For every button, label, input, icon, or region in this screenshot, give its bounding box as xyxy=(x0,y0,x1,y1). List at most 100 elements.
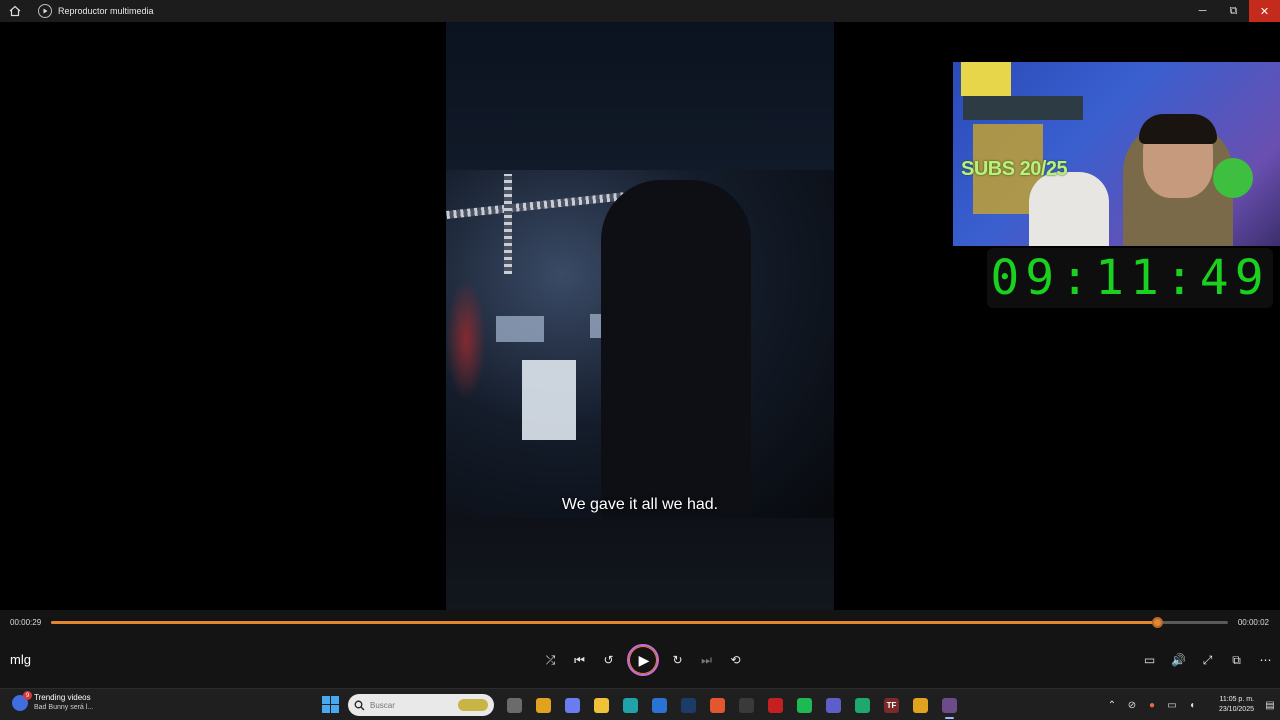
audio-app-icon xyxy=(739,697,754,713)
next-button: ⏭ xyxy=(692,646,721,674)
spotify-icon xyxy=(797,697,812,713)
stream-timer: 09:11:49 xyxy=(987,248,1273,308)
forward-30-button[interactable]: ↻ xyxy=(663,646,692,674)
play-icon: ▶ xyxy=(638,651,650,668)
notifications-icon[interactable]: ▤ xyxy=(1260,693,1280,717)
screen: Reproductor multimedia ─ ⧉ ✕ We gave it … xyxy=(0,0,1280,720)
elapsed-time: 00:00:29 xyxy=(10,618,42,627)
clock-time: 11:05 p. m. xyxy=(1219,696,1254,703)
more-options-button[interactable]: ⋯ xyxy=(1251,646,1280,674)
volume-button[interactable]: 🔊 xyxy=(1164,646,1193,674)
file-explorer-app[interactable] xyxy=(587,694,616,716)
repeat-off-icon: ⟲ xyxy=(730,653,741,667)
red-stage-light xyxy=(446,280,486,400)
more-options-icon: ⋯ xyxy=(1259,653,1272,667)
network-icon[interactable]: ▭ xyxy=(1162,693,1182,717)
media-title: mlg xyxy=(10,652,31,667)
windows-logo-icon xyxy=(322,696,330,704)
search-highlight-art xyxy=(458,699,488,711)
tf-app-app[interactable]: TF xyxy=(877,694,906,716)
chair xyxy=(1029,172,1109,246)
video-frame[interactable]: We gave it all we had. xyxy=(446,22,834,610)
player-controls: 00:00:29 00:00:02 mlg ⤮ ⏮ ↺ ▶ ↻ ⏭ ⟲ ▭ 🔊 ⤢ ⧉ ⋯ xyxy=(0,610,1280,688)
media-player-app[interactable] xyxy=(935,694,964,719)
widgets-button[interactable]: 9 Trending videos Bad Bunny será l... xyxy=(12,691,94,713)
shelf xyxy=(963,96,1083,120)
system-tray: ⌃ ⊘ ● ▭ ◖ 11:05 p. m. 23/10/2025 ▤ xyxy=(1102,693,1280,717)
previous-button[interactable]: ⏮ xyxy=(565,646,594,674)
seek-bar[interactable] xyxy=(51,617,1228,628)
file-viewer-app[interactable] xyxy=(500,694,529,716)
subtitles-button[interactable]: ▭ xyxy=(1135,646,1164,674)
audio-app-app[interactable] xyxy=(732,694,761,716)
red-app-app[interactable] xyxy=(761,694,790,716)
timer-value: 09:11:49 xyxy=(990,250,1270,306)
teams-icon xyxy=(826,697,841,713)
rewind-10-button[interactable]: ↺ xyxy=(594,646,623,674)
subtitle-text: We gave it all we had. xyxy=(561,496,719,513)
shuffle-icon: ⤮ xyxy=(545,652,556,667)
playback-controls: ⤮ ⏮ ↺ ▶ ↻ ⏭ ⟲ xyxy=(536,644,750,676)
maximize-button[interactable]: ⧉ xyxy=(1218,0,1249,22)
widget-title: Trending videos xyxy=(34,693,91,702)
shuffle-button[interactable]: ⤮ xyxy=(536,646,565,674)
file-viewer-icon xyxy=(507,697,522,713)
remaining-time: 00:00:02 xyxy=(1237,618,1269,627)
notification-badge: 9 xyxy=(23,691,32,700)
video-bottom-area xyxy=(446,518,834,610)
subtitles-icon: ▭ xyxy=(1143,653,1156,667)
edge-app[interactable] xyxy=(616,694,645,716)
next-icon: ⏭ xyxy=(701,652,712,667)
firefox-app[interactable] xyxy=(703,694,732,716)
chrome-2-app[interactable] xyxy=(906,694,935,716)
microphone-icon[interactable]: ● xyxy=(1142,693,1162,717)
taskbar: 9 Trending videos Bad Bunny será l... TF… xyxy=(0,688,1280,720)
miniplayer-button[interactable]: ⧉ xyxy=(1222,646,1251,674)
outlook-icon xyxy=(652,697,667,713)
widget-subtitle: Bad Bunny será l... xyxy=(34,704,94,711)
fullscreen-icon: ⤢ xyxy=(1202,652,1213,667)
close-button[interactable]: ✕ xyxy=(1249,0,1280,22)
search-box[interactable] xyxy=(348,694,494,716)
widgets-icon: 9 xyxy=(12,691,32,711)
video-scene: We gave it all we had. xyxy=(446,170,834,518)
seek-thumb[interactable] xyxy=(1152,617,1164,628)
spotify-app[interactable] xyxy=(790,694,819,716)
copilot-app[interactable] xyxy=(558,694,587,716)
home-icon xyxy=(9,5,21,17)
gaming-desk xyxy=(522,360,576,440)
tf-app-icon: TF xyxy=(884,697,899,713)
media-player-icon xyxy=(942,697,957,713)
chevron-up-icon[interactable]: ⌃ xyxy=(1102,693,1122,717)
home-button[interactable] xyxy=(0,0,30,22)
play-button[interactable]: ▶ xyxy=(627,644,659,676)
firefox-icon xyxy=(710,697,725,713)
start-button[interactable] xyxy=(322,696,339,713)
outlook-app[interactable] xyxy=(645,694,674,716)
search-icon xyxy=(348,700,370,711)
chrome-2-icon xyxy=(913,697,928,713)
clock-date: 23/10/2025 xyxy=(1218,706,1254,713)
search-input[interactable] xyxy=(370,700,450,710)
fullscreen-button[interactable]: ⤢ xyxy=(1193,646,1222,674)
secondary-controls: ▭ 🔊 ⤢ ⧉ ⋯ xyxy=(1135,646,1280,674)
chrome-app[interactable] xyxy=(529,694,558,716)
taskbar-apps: TF xyxy=(500,694,964,719)
window-controls: ─ ⧉ ✕ xyxy=(1187,0,1280,22)
forward-30-icon: ↻ xyxy=(672,653,683,667)
camera-off-icon[interactable]: ⊘ xyxy=(1122,693,1142,717)
seek-progress xyxy=(51,621,1158,624)
teams-app[interactable] xyxy=(819,694,848,716)
repeat-off-button[interactable]: ⟲ xyxy=(721,646,750,674)
clock[interactable]: 11:05 p. m. 23/10/2025 xyxy=(1202,695,1254,715)
minimize-button[interactable]: ─ xyxy=(1187,0,1218,22)
stage-screen xyxy=(496,316,544,342)
app-logo-icon xyxy=(38,4,52,18)
speaker-icon[interactable]: ◖ xyxy=(1182,693,1202,717)
steam-app[interactable] xyxy=(674,694,703,716)
green-app-app[interactable] xyxy=(848,694,877,716)
webcam-overlay: SUBS 20/25 xyxy=(953,62,1280,246)
pikachu-poster xyxy=(961,62,1011,96)
silhouette-person xyxy=(601,180,751,518)
streamer-headset xyxy=(1139,114,1217,144)
